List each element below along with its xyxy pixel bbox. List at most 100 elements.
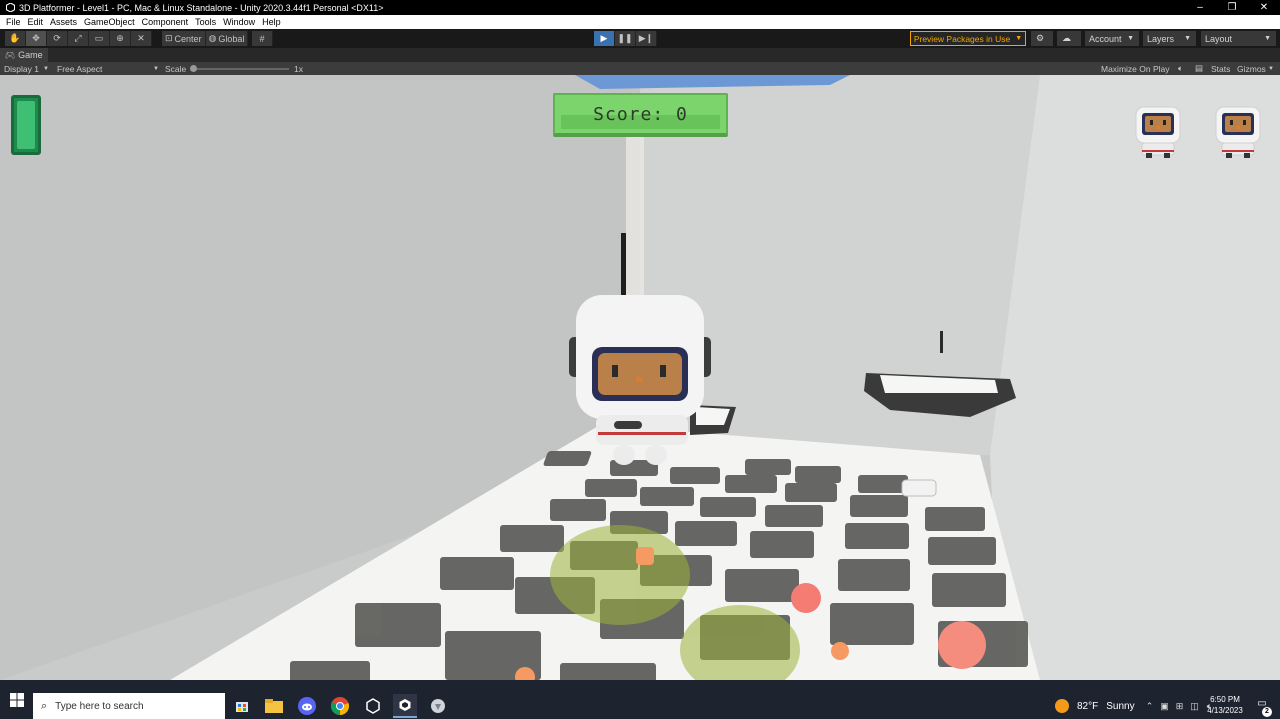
pivot-tools: ⊡ Center ◍ Global [162,31,249,46]
aspect-dropdown[interactable]: Free Aspect ▼ [57,62,159,75]
taskbar-chrome-icon[interactable] [328,694,352,718]
menu-bar: File Edit Assets GameObject Component To… [0,15,1280,29]
preview-packages-button[interactable]: Preview Packages in Use ▼ [910,31,1026,46]
minimize-button[interactable]: – [1184,0,1216,15]
custom-tool-icon[interactable]: ✕ [131,31,152,46]
taskbar-app-store-icon[interactable] [230,694,254,718]
menu-help[interactable]: Help [262,17,281,27]
chevron-down-icon: ▼ [1127,35,1134,42]
weather-desc: Sunny [1106,700,1135,712]
chevron-down-icon: ▼ [153,65,159,72]
tray-app-icon[interactable]: ⊞ [1172,701,1187,712]
pivot-center-label: Center [174,33,202,44]
close-button[interactable]: ✕ [1248,0,1280,15]
layout-dropdown[interactable]: Layout ▼ [1201,31,1276,46]
playback-controls: ▶ ❚❚ ▶❙ [594,31,657,46]
weather-widget[interactable]: 82°F Sunny [1055,694,1135,718]
game-scene [0,75,1280,680]
play-icon: ▶ [600,33,608,43]
tray-app-icon[interactable]: ▣ [1157,701,1172,712]
chevron-down-icon: ▼ [1264,35,1271,42]
gear-icon[interactable]: ⚙ [1031,31,1053,46]
menu-file[interactable]: File [6,17,21,27]
scale-label: Scale [165,63,187,74]
scale-tool-icon[interactable]: ⤢ [68,31,89,46]
pause-icon: ❚❚ [617,33,633,43]
cloud-icon[interactable]: ☁ [1057,31,1081,46]
step-button[interactable]: ▶❙ [636,31,657,46]
chevron-up-icon[interactable]: ⌃ [1142,701,1157,712]
menu-tools[interactable]: Tools [195,17,216,27]
score-text: Score: 0 [593,103,688,125]
window-title: 3D Platformer - Level1 - PC, Mac & Linux… [19,2,384,13]
step-icon: ▶❙ [638,33,654,43]
sun-icon [1055,699,1069,713]
pivot-icon: ⊡ [165,33,173,43]
play-button[interactable]: ▶ [594,31,615,46]
clock-time: 6:50 PM [1210,695,1240,704]
taskbar-search-box[interactable]: ⌕ Type here to search [33,693,225,719]
maximize-on-play-toggle[interactable]: Maximize On Play [1101,62,1170,75]
life-icon [1132,103,1184,159]
transform-tool-icon[interactable]: ⊕ [110,31,131,46]
globe-icon: ◍ [208,33,217,43]
rotate-tool-icon[interactable]: ⟳ [47,31,68,46]
menu-gameobject[interactable]: GameObject [84,17,135,27]
taskbar-discord-icon[interactable] [295,694,319,718]
move-tool-icon[interactable]: ✥ [26,31,47,46]
account-label: Account [1089,33,1122,44]
taskbar-file-explorer-icon[interactable] [262,694,286,718]
transform-tools: ✋ ✥ ⟳ ⤢ ▭ ⊕ ✕ [5,31,152,46]
life-icon [1212,103,1264,159]
score-panel: Score: 0 [553,93,728,137]
gamepad-icon: 🎮︎ [5,50,16,60]
menu-assets[interactable]: Assets [50,17,77,27]
account-dropdown[interactable]: Account ▼ [1085,31,1139,46]
chevron-down-icon[interactable]: ▼ [1268,62,1274,75]
health-bar-fill [17,101,35,149]
snap-tools: # [252,31,273,46]
taskbar-unity-editor-icon[interactable] [393,694,417,718]
search-placeholder: Type here to search [55,700,144,712]
weather-temp: 82°F [1077,700,1099,712]
scale-value: 1x [294,63,303,74]
layers-label: Layers [1147,33,1175,44]
restore-button[interactable]: ❐ [1216,0,1248,15]
stats-toggle[interactable]: Stats [1211,62,1230,75]
taskbar-unity-hub-icon[interactable] [361,694,385,718]
main-toolbar: ✋ ✥ ⟳ ⤢ ▭ ⊕ ✕ ⊡ Center ◍ Global # ▶ ❚❚ ▶… [0,29,1280,48]
search-icon: ⌕ [41,699,48,712]
menu-window[interactable]: Window [223,17,255,27]
pivot-center-button[interactable]: ⊡ Center [162,31,206,46]
scale-slider-track[interactable] [193,68,289,70]
notification-center-icon[interactable]: ▭ 2 [1254,698,1272,717]
display-dropdown[interactable]: Display 1 ▼ [4,62,49,75]
tab-game[interactable]: 🎮︎ Game [0,48,48,62]
stats-icon: ▤ [1195,63,1204,73]
chevron-down-icon: ▼ [1015,35,1023,42]
display-label: Display 1 [4,63,39,74]
notification-count: 2 [1262,707,1272,717]
window-title-bar: 3D Platformer - Level1 - PC, Mac & Linux… [0,0,1280,15]
aspect-label: Free Aspect [57,63,103,74]
rect-tool-icon[interactable]: ▭ [89,31,110,46]
chevron-down-icon: ▼ [1184,35,1191,42]
mute-audio-icon[interactable]: 🔈︎ [1178,62,1183,75]
menu-edit[interactable]: Edit [28,17,44,27]
windows-logo-icon [9,692,24,707]
taskbar-clock[interactable]: 6:50 PM 4/13/2023 [1200,694,1250,716]
layout-label: Layout [1205,33,1233,44]
menu-component[interactable]: Component [142,17,189,27]
hand-tool-icon[interactable]: ✋ [5,31,26,46]
start-button[interactable] [0,680,33,719]
grid-snap-icon[interactable]: # [252,31,273,46]
layers-dropdown[interactable]: Layers ▼ [1143,31,1196,46]
tab-game-label: Game [18,50,43,60]
scale-slider-handle[interactable] [190,65,197,72]
gizmos-toggle[interactable]: Gizmos [1237,62,1266,75]
taskbar-app-icon[interactable] [426,694,450,718]
pause-button[interactable]: ❚❚ [615,31,636,46]
pivot-global-button[interactable]: ◍ Global [205,31,249,46]
health-bar [11,95,41,155]
game-viewport[interactable]: Score: 0 [0,75,1280,680]
